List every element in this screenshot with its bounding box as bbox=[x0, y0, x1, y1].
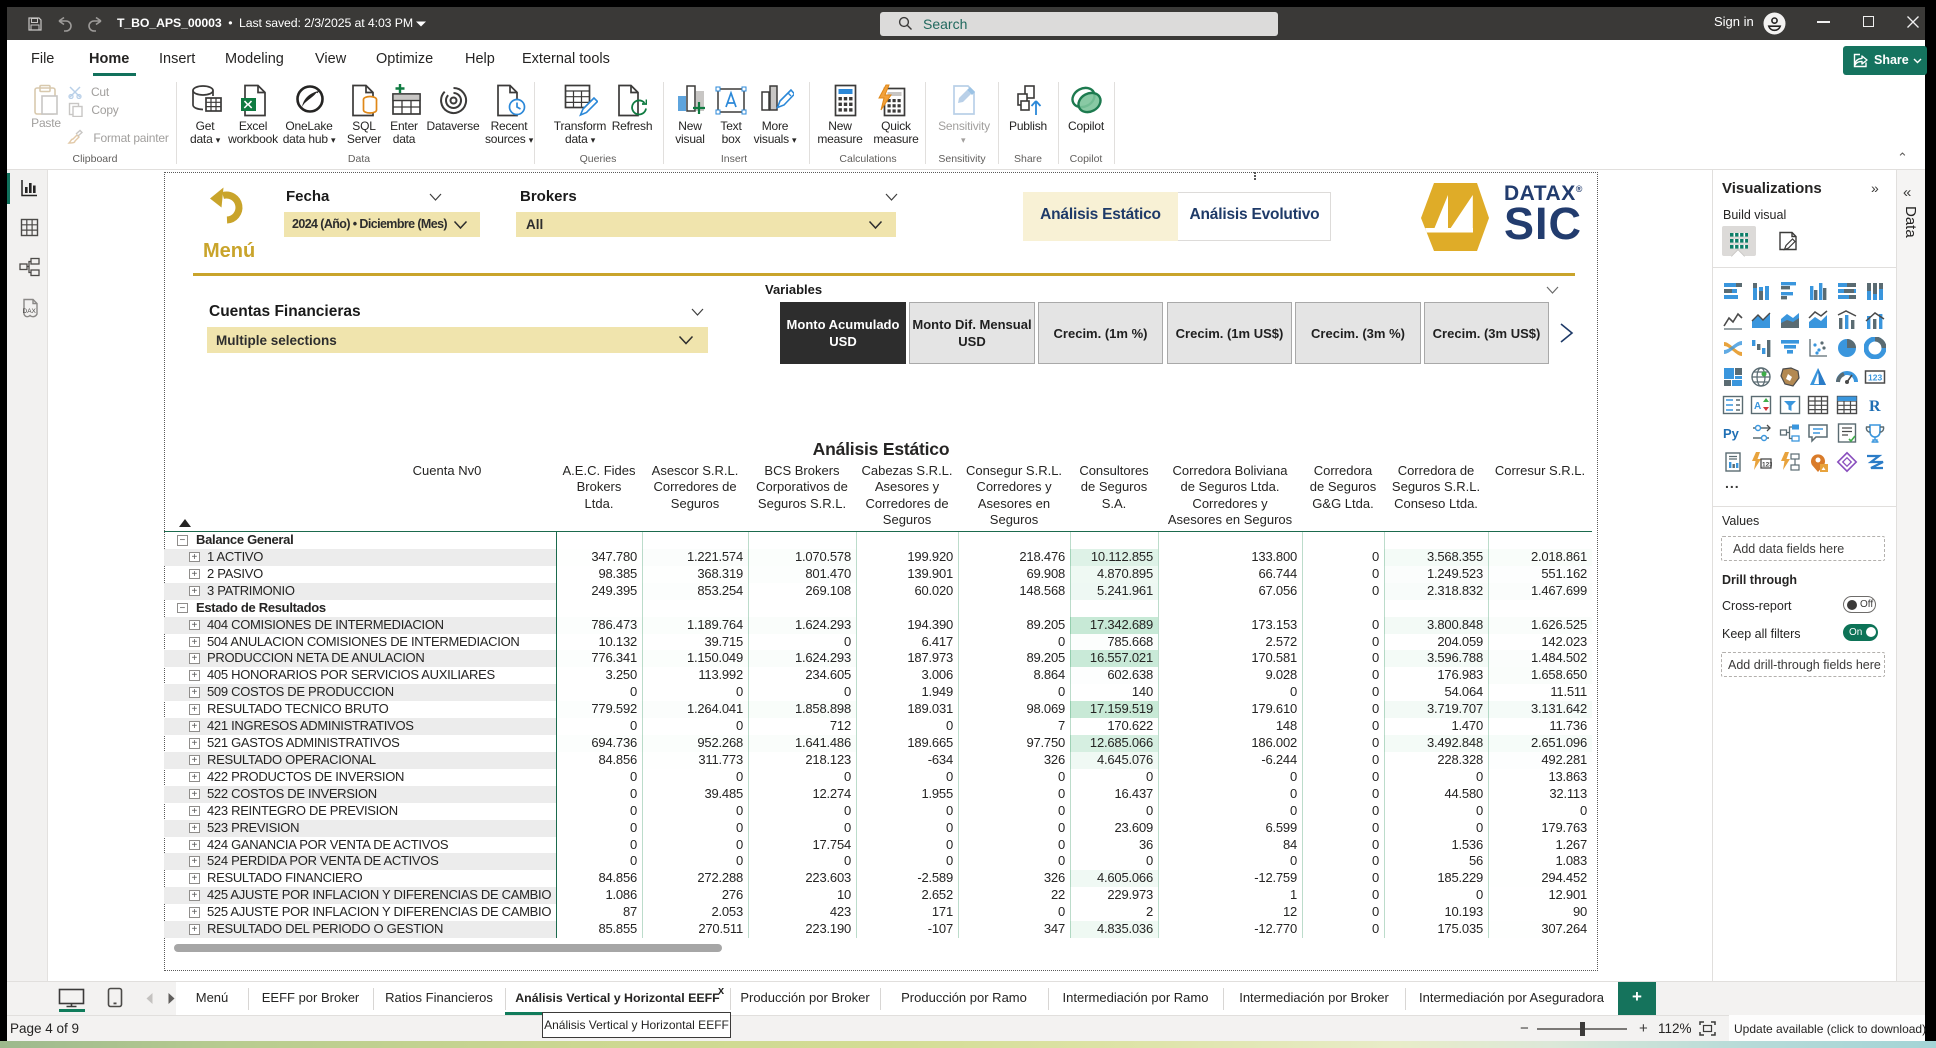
svg-text:DAX: DAX bbox=[23, 308, 37, 315]
svg-text:R: R bbox=[1869, 398, 1881, 415]
svg-text:A: A bbox=[1754, 401, 1761, 412]
svg-text:123: 123 bbox=[1762, 462, 1772, 469]
svg-text:123: 123 bbox=[1868, 373, 1882, 383]
svg-text:Py: Py bbox=[1723, 426, 1740, 441]
